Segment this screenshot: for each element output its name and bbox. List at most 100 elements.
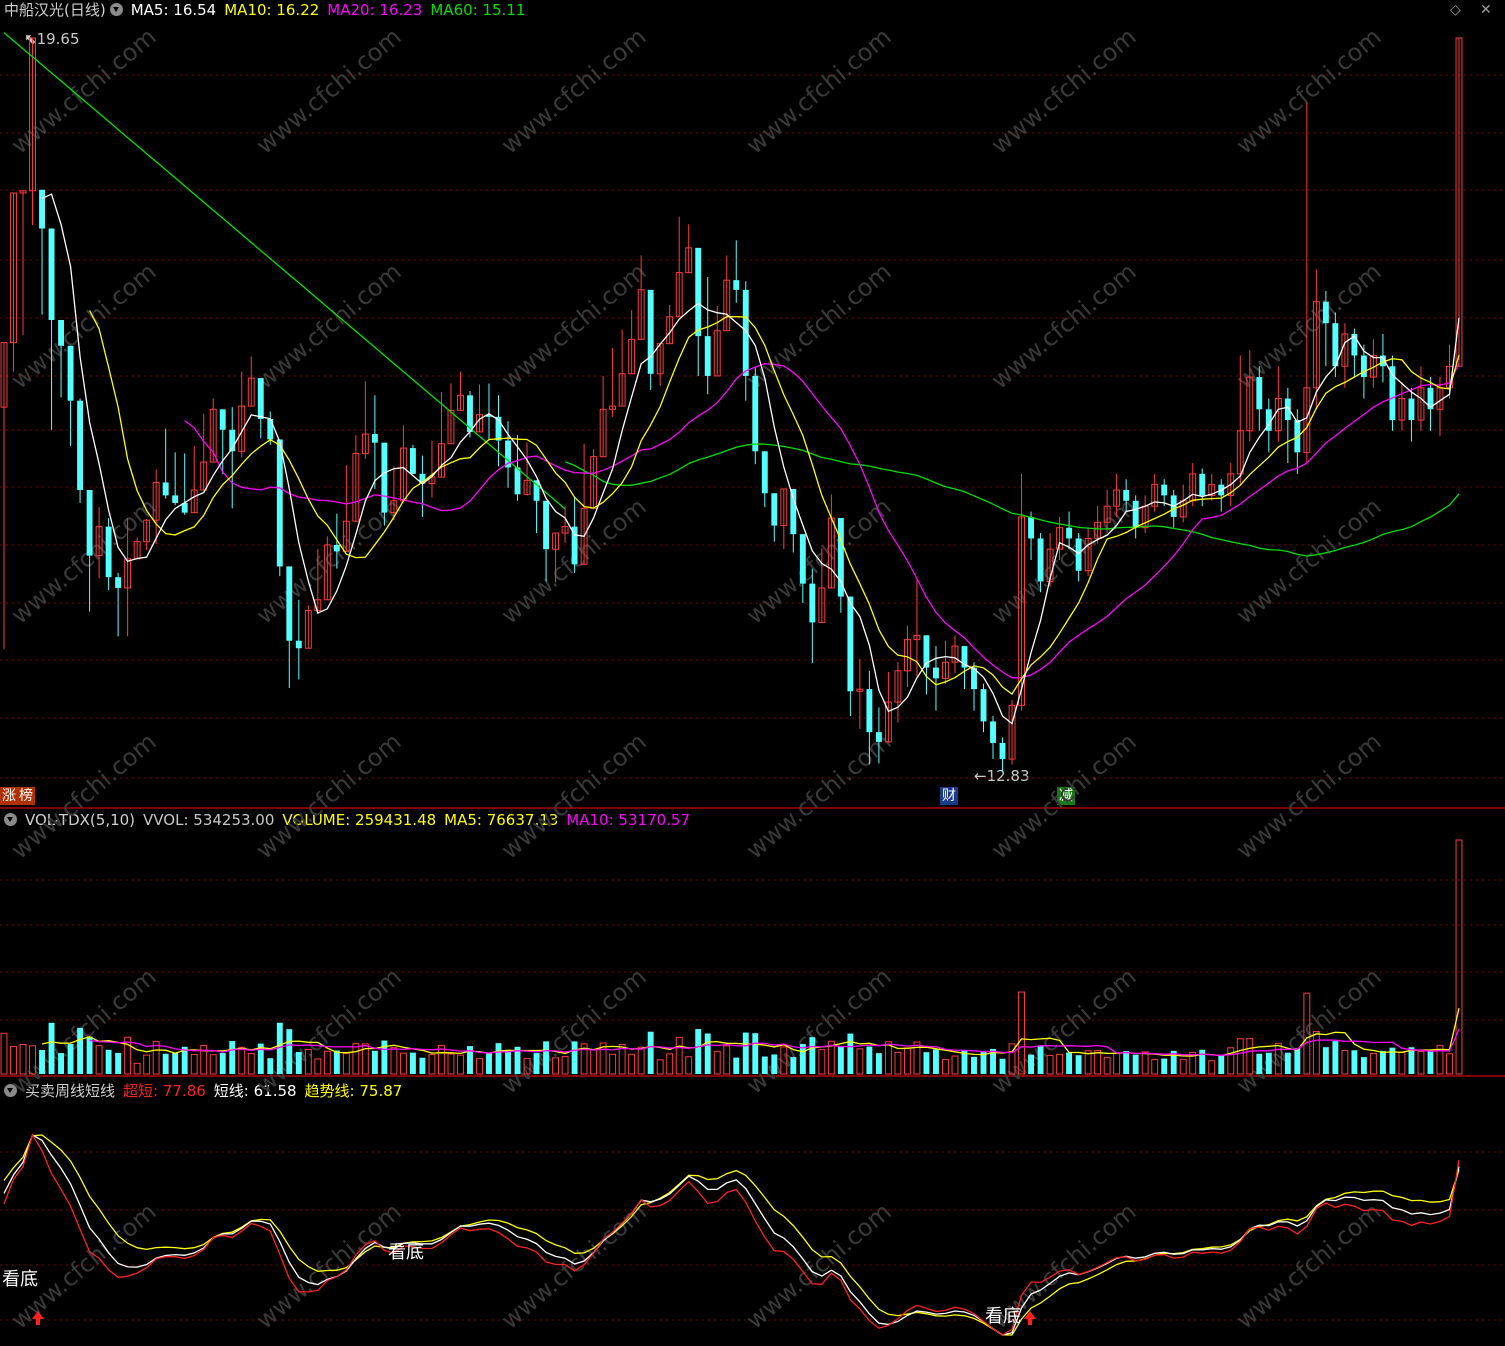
volume-bar bbox=[647, 1031, 654, 1074]
watermark-text: www.cfchi.com bbox=[1231, 962, 1387, 1099]
volume-bar bbox=[685, 1056, 693, 1075]
watermark-text: www.cfchi.com bbox=[496, 727, 652, 864]
candle-body bbox=[875, 732, 882, 742]
volume-bar bbox=[1455, 839, 1463, 1075]
volume-bar bbox=[1028, 1054, 1035, 1074]
volume-bar bbox=[704, 1033, 711, 1074]
watermark-text: www.cfchi.com bbox=[741, 22, 897, 159]
volume-bar bbox=[247, 1052, 255, 1075]
candle-body bbox=[105, 526, 112, 578]
watermark-text: www.cfchi.com bbox=[251, 727, 407, 864]
volume-bar bbox=[847, 1033, 854, 1074]
candle-body bbox=[77, 400, 84, 491]
vol-ma5-line bbox=[41, 1008, 1460, 1057]
watermark-text: www.cfchi.com bbox=[986, 257, 1142, 394]
volume-bar bbox=[1322, 1047, 1329, 1074]
volume-bar bbox=[1398, 1051, 1406, 1075]
candle-body bbox=[286, 566, 293, 641]
volume-bar bbox=[1351, 1050, 1358, 1074]
volume-bar bbox=[894, 1051, 902, 1075]
volume-bar bbox=[39, 1049, 45, 1074]
volume-bar bbox=[1151, 1059, 1159, 1075]
volume-bar bbox=[561, 1056, 569, 1075]
candle-body bbox=[381, 442, 388, 513]
watermark-text: www.cfchi.com bbox=[986, 22, 1142, 159]
watermark-text: www.cfchi.com bbox=[986, 962, 1142, 1099]
volume-bar bbox=[571, 1041, 578, 1074]
volume-bar bbox=[115, 1052, 122, 1074]
volume-bar bbox=[609, 1053, 617, 1075]
volume-bar bbox=[371, 1050, 378, 1074]
candle-body bbox=[333, 544, 340, 552]
volume-bar bbox=[628, 1053, 636, 1075]
candle-body bbox=[86, 490, 93, 556]
candle-body bbox=[48, 228, 55, 320]
candle-body bbox=[1256, 377, 1263, 410]
volume-bar bbox=[790, 1057, 797, 1074]
volume-bar bbox=[48, 1022, 55, 1074]
volume-bar bbox=[67, 1044, 74, 1074]
candle-body bbox=[371, 434, 378, 443]
volume-bar bbox=[381, 1040, 388, 1074]
volume-bar bbox=[457, 1054, 464, 1075]
volume-bar bbox=[58, 1053, 65, 1074]
volume-bar bbox=[495, 1043, 502, 1074]
candle-body bbox=[933, 667, 939, 679]
candle-body bbox=[1132, 500, 1139, 528]
volume-bar bbox=[0, 1032, 8, 1075]
volume-bar bbox=[1256, 1053, 1263, 1074]
volume-bar bbox=[447, 1053, 455, 1075]
volume-bar bbox=[409, 1052, 416, 1074]
candle-body bbox=[115, 577, 122, 588]
volume-bar bbox=[1360, 1057, 1367, 1074]
volume-bar bbox=[733, 1057, 740, 1074]
volume-bar bbox=[543, 1041, 550, 1074]
volume-bar bbox=[219, 1053, 226, 1074]
watermark-text: www.cfchi.com bbox=[6, 1197, 162, 1334]
candle-body bbox=[704, 336, 711, 376]
volume-bar bbox=[86, 1036, 93, 1074]
candle-body bbox=[790, 488, 797, 535]
candle-body bbox=[543, 500, 550, 550]
candle-body bbox=[733, 280, 740, 290]
volume-bar bbox=[352, 1043, 360, 1075]
volume-bar bbox=[875, 1053, 882, 1074]
volume-bar bbox=[95, 1045, 103, 1075]
volume-bar bbox=[190, 1053, 198, 1075]
watermark-text: www.cfchi.com bbox=[251, 257, 407, 394]
volume-bar bbox=[866, 1046, 873, 1074]
candle-body bbox=[1123, 490, 1130, 501]
candle-body bbox=[409, 448, 416, 474]
volume-bar bbox=[1113, 1052, 1121, 1075]
candle-body bbox=[1322, 301, 1329, 324]
watermark-text: www.cfchi.com bbox=[741, 727, 897, 864]
volume-bar bbox=[1218, 1055, 1225, 1074]
candle-body bbox=[1199, 473, 1206, 496]
watermark-text: www.cfchi.com bbox=[6, 962, 162, 1099]
candle-body bbox=[1028, 516, 1035, 539]
volume-bar bbox=[942, 1059, 949, 1075]
volume-bar bbox=[666, 1053, 674, 1075]
volume-bar bbox=[152, 1041, 160, 1075]
watermark-text: www.cfchi.com bbox=[251, 492, 407, 629]
volume-bar bbox=[1056, 1053, 1064, 1075]
volume-bar bbox=[1037, 1045, 1044, 1074]
volume-bar bbox=[933, 1049, 939, 1074]
candle-body bbox=[1294, 420, 1301, 453]
volume-bar bbox=[903, 1047, 911, 1075]
candle-body bbox=[295, 640, 302, 649]
volume-bar bbox=[333, 1050, 340, 1074]
candle-body bbox=[58, 319, 65, 346]
volume-bar bbox=[1446, 1053, 1453, 1075]
candle-body bbox=[67, 345, 74, 401]
candle-body bbox=[514, 467, 521, 495]
volume-bar bbox=[856, 1048, 864, 1075]
candle-body bbox=[172, 495, 179, 503]
volume-bar bbox=[1066, 1052, 1073, 1074]
volume-bar bbox=[1208, 1060, 1216, 1075]
volume-bar bbox=[105, 1049, 112, 1074]
stock-chart[interactable]: www.cfchi.com www.cfchi.com www.cfchi.com w… bbox=[0, 0, 1505, 1346]
watermark-text: www.cfchi.com bbox=[251, 962, 407, 1099]
volume-bar bbox=[505, 1050, 511, 1074]
candle-body bbox=[999, 742, 1006, 760]
